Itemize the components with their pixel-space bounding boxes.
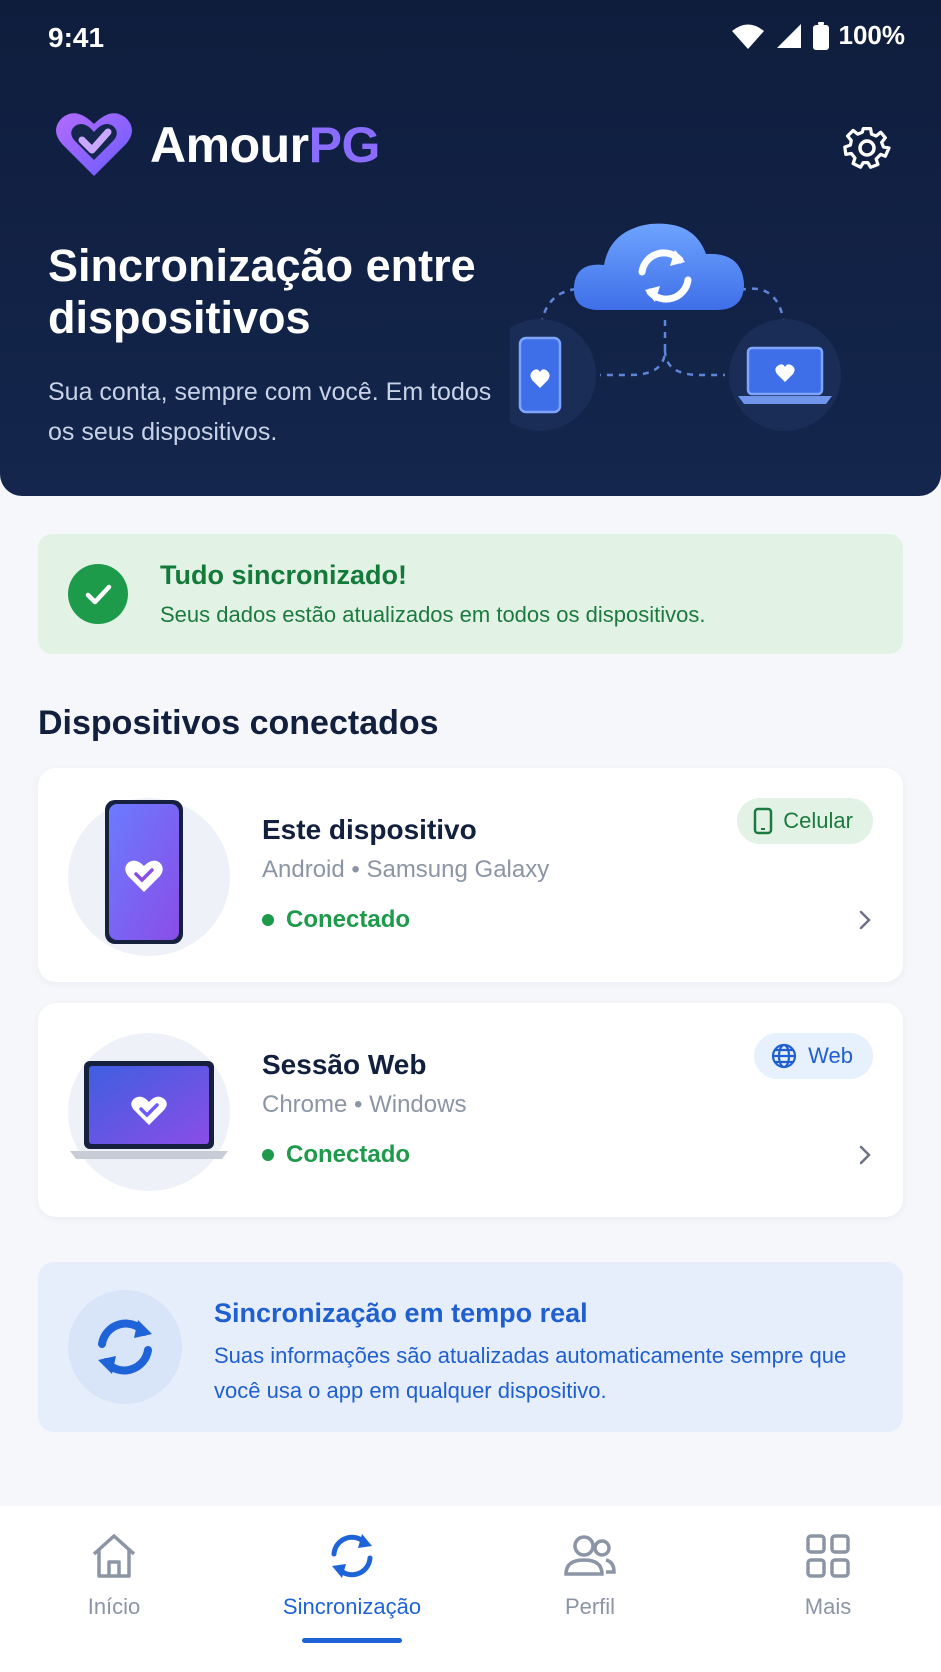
sync-status-description: Seus dados estão atualizados em todos os… <box>160 602 706 627</box>
check-circle-icon <box>68 564 128 624</box>
device-name: Este dispositivo <box>262 814 477 845</box>
device-thumbnail <box>68 1033 230 1191</box>
header: 9:41 100% AmourPG Sincronização entre di… <box>0 0 941 496</box>
chevron-right-icon <box>859 910 871 930</box>
hero-title: Sincronização entre dispositivos <box>48 240 476 343</box>
app-name: AmourPG <box>150 117 380 173</box>
devices-section-title: Dispositivos conectados <box>38 704 439 742</box>
hero-subtitle: Sua conta, sempre com você. Em todos os … <box>48 378 492 446</box>
status-dot-icon <box>262 914 274 926</box>
nav-item-sincronizacao[interactable]: Sincronização <box>252 1528 452 1620</box>
status-dot-icon <box>262 1149 274 1161</box>
realtime-title: Sincronização em tempo real <box>214 1298 588 1328</box>
nav-item-inicio[interactable]: Início <box>14 1528 214 1620</box>
battery-icon <box>812 21 829 50</box>
cloud-icon <box>573 223 744 310</box>
sync-icon <box>331 1534 373 1578</box>
signal-icon <box>776 23 801 48</box>
phone-icon <box>754 807 773 835</box>
heart-logo-icon <box>56 113 132 176</box>
profile-icon <box>564 1535 616 1576</box>
grid-icon <box>806 1534 850 1578</box>
realtime-description: Suas informações são atualizadas automat… <box>214 1343 847 1403</box>
gear-icon <box>843 126 891 169</box>
status-bar: 9:41 100% <box>0 0 941 76</box>
sync-status-banner: Tudo sincronizado! Seus dados estão atua… <box>38 534 903 654</box>
device-type-badge: Web <box>754 1033 873 1079</box>
settings-button[interactable] <box>843 124 891 172</box>
nav-item-mais[interactable]: Mais <box>728 1528 928 1620</box>
app-logo: AmourPG <box>54 110 380 180</box>
sync-status-title: Tudo sincronizado! <box>160 560 407 590</box>
wifi-icon <box>731 24 764 49</box>
sync-illustration <box>510 223 841 431</box>
device-type-badge: Celular <box>737 798 873 844</box>
device-status: Conectado <box>262 906 410 934</box>
device-thumbnail <box>68 798 230 956</box>
nav-item-perfil[interactable]: Perfil <box>490 1528 690 1620</box>
device-meta: Chrome • Windows <box>262 1091 467 1118</box>
status-time: 9:41 <box>48 22 105 53</box>
bottom-navigation: Início Sincronização Perfil Mais <box>0 1506 941 1672</box>
device-status: Conectado <box>262 1141 410 1169</box>
device-card-web[interactable]: Sessão Web Chrome • Windows Conectado We… <box>38 1003 903 1217</box>
battery-percent: 100% <box>838 20 906 50</box>
status-icons: 100% <box>731 20 906 51</box>
realtime-sync-card: Sincronização em tempo real Suas informa… <box>38 1262 903 1432</box>
sync-icon <box>68 1290 182 1404</box>
device-meta: Android • Samsung Galaxy <box>262 856 550 883</box>
device-card-phone[interactable]: Este dispositivo Android • Samsung Galax… <box>38 768 903 982</box>
home-icon <box>92 1534 136 1578</box>
active-tab-indicator <box>302 1638 402 1643</box>
globe-icon <box>772 1043 797 1069</box>
device-name: Sessão Web <box>262 1049 427 1080</box>
chevron-right-icon <box>859 1145 871 1165</box>
